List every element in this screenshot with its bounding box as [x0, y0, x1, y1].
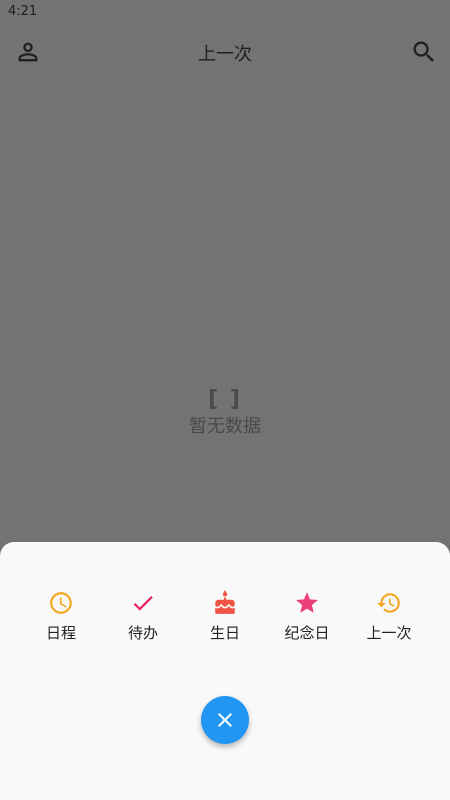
- clock-icon: [48, 590, 74, 616]
- search-icon[interactable]: [410, 38, 438, 66]
- close-icon: [218, 713, 232, 727]
- action-todo[interactable]: 待办: [102, 590, 184, 650]
- action-label: 日程: [45, 624, 76, 642]
- empty-message: 暂无数据: [189, 416, 261, 437]
- cake-icon: [212, 590, 238, 616]
- action-label: 待办: [127, 624, 158, 642]
- bottom-sheet: 日程 待办 生日 纪念日 上一次: [0, 542, 450, 800]
- close-button[interactable]: [201, 696, 249, 744]
- action-schedule[interactable]: 日程: [20, 590, 102, 650]
- page-title: 上一次: [198, 44, 252, 65]
- action-last-time[interactable]: 上一次: [348, 590, 430, 650]
- empty-brackets: [ ]: [208, 387, 242, 412]
- action-anniversary[interactable]: 纪念日: [266, 590, 348, 650]
- action-label: 生日: [209, 624, 240, 642]
- action-birthday[interactable]: 生日: [184, 590, 266, 650]
- star-icon: [294, 590, 320, 616]
- check-icon: [130, 590, 156, 616]
- empty-state: [ ] 暂无数据: [0, 386, 450, 440]
- action-row: 日程 待办 生日 纪念日 上一次: [0, 590, 450, 650]
- app-bar: 上一次: [0, 28, 450, 76]
- action-label: 纪念日: [284, 624, 330, 642]
- status-time: 4:21: [8, 4, 38, 19]
- history-icon: [376, 590, 402, 616]
- action-label: 上一次: [366, 624, 412, 642]
- status-bar: 4:21: [0, 0, 450, 24]
